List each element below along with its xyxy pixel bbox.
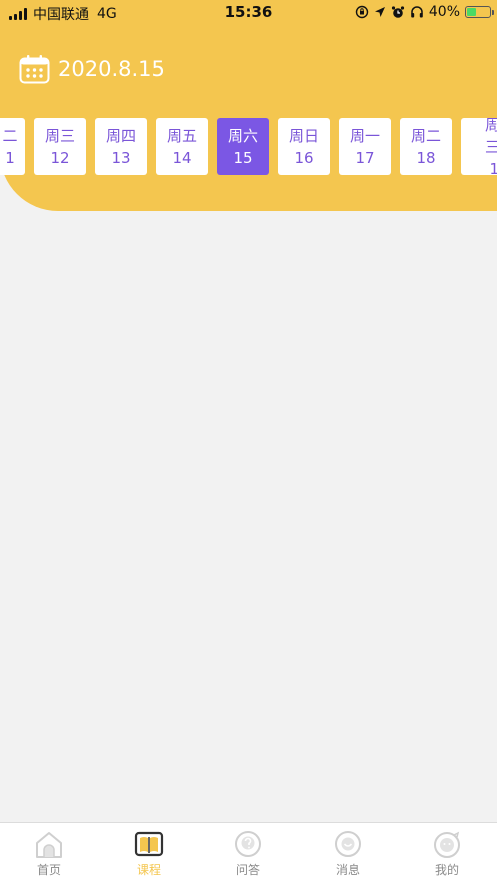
- day-card[interactable]: 周日 16: [278, 118, 330, 175]
- day-weekday: 周日: [288, 126, 319, 145]
- day-card-selected[interactable]: 周六 15: [217, 118, 269, 175]
- date-header[interactable]: 2020.8.15: [19, 54, 165, 84]
- day-weekday: 二: [2, 126, 18, 145]
- day-number: 15: [233, 148, 253, 167]
- day-weekday: 周一: [349, 126, 380, 145]
- calendar-icon: [19, 55, 50, 84]
- day-number: 16: [294, 148, 314, 167]
- tab-profile[interactable]: 我的: [417, 831, 477, 878]
- home-icon: [36, 832, 62, 858]
- tab-label: 课程: [136, 863, 161, 877]
- day-number: 12: [50, 148, 70, 167]
- day-card[interactable]: 周二 18: [400, 118, 452, 175]
- battery-icon: [465, 6, 494, 18]
- tab-label: 我的: [434, 863, 459, 877]
- day-card[interactable]: 周五 14: [156, 118, 208, 175]
- battery-fill: [467, 8, 476, 16]
- location-icon: [374, 7, 385, 17]
- tab-course[interactable]: 课程: [119, 831, 179, 878]
- profile-icon: [434, 831, 460, 858]
- day-weekday: 周四: [105, 126, 136, 145]
- battery-percent: 40%: [428, 4, 460, 20]
- day-card[interactable]: 周三 12: [34, 118, 86, 175]
- bottom-tab-bar: 首页 课程 问答 消息 我的: [0, 822, 497, 883]
- day-card[interactable]: 二 1: [0, 118, 25, 175]
- day-card[interactable]: 周一 17: [339, 118, 391, 175]
- day-weekday: 周二: [410, 126, 441, 145]
- header-background: [0, 0, 497, 211]
- day-card[interactable]: 周三 19: [461, 118, 497, 177]
- question-icon: [235, 831, 261, 857]
- alarm-icon: [391, 6, 404, 18]
- day-weekday: 周五: [166, 126, 197, 145]
- day-number: 1: [5, 148, 15, 167]
- book-icon: [134, 831, 164, 857]
- tab-messages[interactable]: 消息: [318, 831, 378, 878]
- tab-label: 首页: [36, 863, 61, 877]
- status-bar: 中国联通 4G 15:36 40%: [0, 0, 497, 26]
- day-number: 17: [355, 148, 375, 167]
- current-date: 2020.8.15: [58, 57, 165, 81]
- day-number: 18: [416, 148, 436, 167]
- tab-home[interactable]: 首页: [19, 831, 79, 878]
- day-selector[interactable]: 二 1 周三 12 周四 13 周五 14 周六 15 周日 16 周一 17 …: [0, 118, 497, 176]
- tab-label: 消息: [335, 863, 360, 877]
- day-weekday: 周六: [227, 126, 258, 145]
- day-weekday: 周三: [44, 126, 75, 145]
- day-card[interactable]: 周四 13: [95, 118, 147, 175]
- day-number: 13: [111, 148, 131, 167]
- tab-label: 问答: [235, 863, 260, 877]
- content-area: [0, 211, 497, 822]
- headphones-icon: [411, 6, 423, 18]
- day-weekday: 周三: [485, 118, 497, 156]
- message-icon: [335, 831, 361, 857]
- day-number: 14: [172, 148, 192, 167]
- tab-qa[interactable]: 问答: [218, 831, 278, 878]
- status-right: 40%: [355, 4, 494, 20]
- day-number: 19: [489, 159, 497, 177]
- rotation-lock-icon: [355, 5, 369, 19]
